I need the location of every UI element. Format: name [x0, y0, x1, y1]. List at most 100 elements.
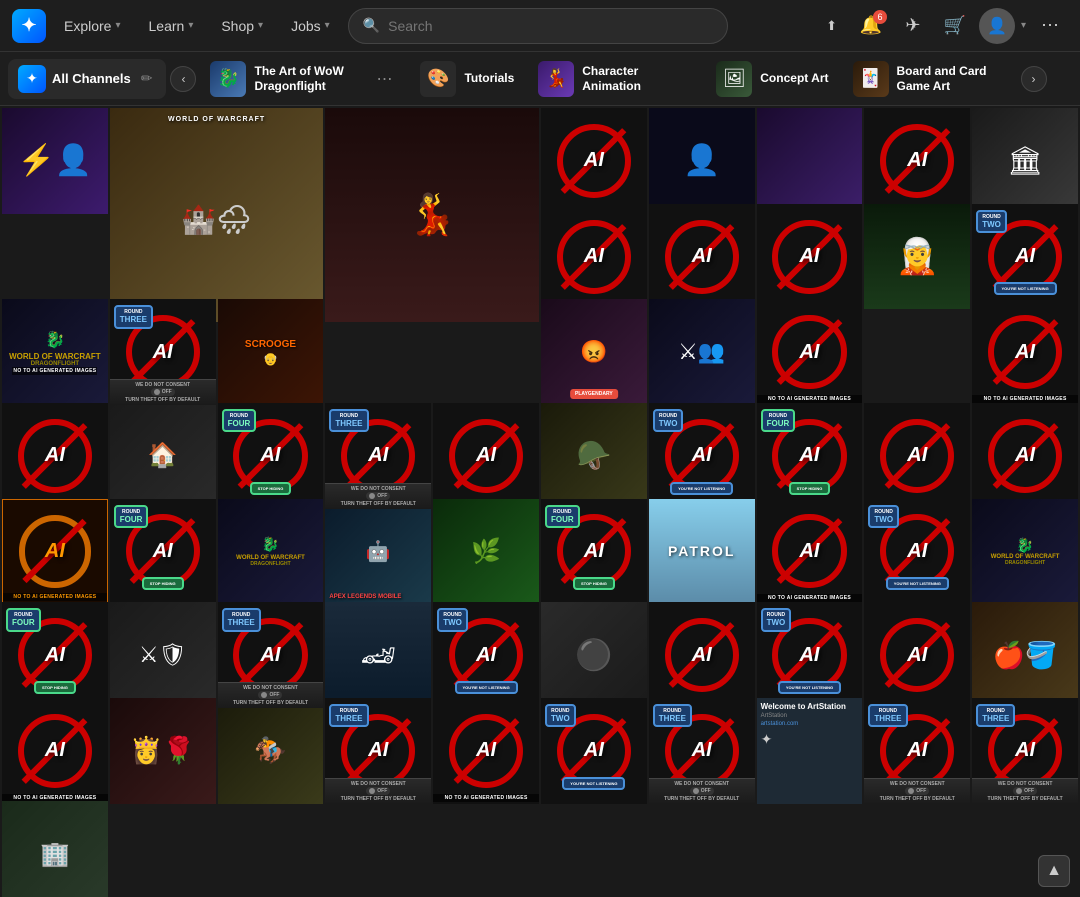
sub-badge-four-4: STOP HIDING [541, 572, 647, 590]
channel-item-wow-dragonflight[interactable]: 🐉 The Art of WoW Dragonflight ⋯ [200, 55, 406, 103]
consent-badge-2: WE DO NOT CONSENT OFF TURN THEFT OFF BY … [325, 483, 431, 509]
messages-btn[interactable]: ✈ [895, 8, 931, 44]
grid-cell-dark-char[interactable]: 👤 [649, 108, 755, 214]
grid-cell-arch[interactable]: 🏛 [972, 108, 1078, 214]
round-badge-two-3: ROUND TWO [868, 505, 899, 529]
grid-cell-car[interactable]: 🏎 [325, 602, 431, 708]
wow-subtitle-3: DRAGONFLIGHT [1005, 560, 1045, 566]
grid-cell-wow-3[interactable]: 🐉 WORLD OF WARCRAFT DRAGONFLIGHT [972, 499, 1078, 605]
grid-cell-redchar[interactable]: 💃 [325, 108, 539, 322]
no-ai-label-orange: NO TO AI GENERATED IMAGES [3, 593, 107, 601]
grid-cell-1[interactable]: ⚡👤 [2, 108, 108, 214]
grid-cell-aino-5[interactable]: AI NO TO AI GENERATED IMAGES [757, 204, 863, 310]
grid-cell-rain[interactable]: WORLD OF WARCRAFT 🏰🌧 [110, 108, 324, 322]
grid-cell-round-two-3[interactable]: ROUND TWO AI YOU'RE NOT LISTENING [864, 499, 970, 605]
grid-cell-round-four-2[interactable]: ROUND FOUR AI STOP HIDING [757, 403, 863, 509]
grid-cell-round-three-6[interactable]: ROUND THREE AI WE DO NOT CONSENT OFF TUR… [864, 698, 970, 804]
channel-item-board-art[interactable]: 🃏 Board and Card Game Art [843, 55, 1017, 103]
grid-cell-horse[interactable]: 🏇 [218, 698, 324, 804]
channel-item-char-anim[interactable]: 💃 Character Animation [528, 55, 702, 103]
grid-cell-round-three-2[interactable]: ROUND THREE AI WE DO NOT CONSENT OFF TUR… [325, 403, 431, 509]
grid-cell-round-two-1[interactable]: ROUND TWO AI YOU'RE NOT LISTENING [972, 204, 1078, 310]
more-btn[interactable]: ⋯ [1032, 8, 1068, 44]
grid-cell-aino-1[interactable]: AI NO TO AI GENERATED IMAGES [541, 108, 647, 214]
grid-cell-aino-14[interactable]: AI NO TO AI GENERATED IMAGES [864, 602, 970, 708]
channel-prev-btn[interactable]: ‹ [170, 66, 196, 92]
consent-badge-6: WE DO NOT CONSENT OFF TURN THEFT OFF BY … [864, 778, 970, 804]
channel-item-tutorials[interactable]: 🎨 Tutorials [410, 55, 524, 103]
grid-cell-plants[interactable]: 🌿 [433, 499, 539, 605]
grid-cell-green-char[interactable]: 🧝 [864, 204, 970, 310]
grid-cell-building-2[interactable]: 🏢 [2, 801, 108, 897]
grid-cell-round-three-3[interactable]: ROUND THREE AI WE DO NOT CONSENT OFF TUR… [218, 602, 324, 708]
shop-nav-btn[interactable]: Shop ▾ [211, 12, 273, 40]
grid-cell-apex[interactable]: 🤖 APEX LEGENDS MOBILE [325, 499, 431, 605]
grid-cell-wow[interactable]: 🐉 WORLD OF WARCRAFT DRAGONFLIGHT NO TO A… [2, 299, 108, 405]
grid-cell-round-two-2[interactable]: ROUND TWO AI YOU'RE NOT LISTENING [649, 403, 755, 509]
grid-cell-smite[interactable] [757, 108, 863, 214]
grid-cell-aino-16[interactable]: AI NO TO AI GENERATED IMAGES [433, 698, 539, 804]
grid-cell-patrol[interactable]: PATROL [649, 499, 755, 605]
grid-cell-aino-6[interactable]: AI NO TO AI GENERATED IMAGES [757, 299, 863, 405]
no-ai-label-6: NO TO AI GENERATED IMAGES [757, 395, 863, 403]
grid-cell-round-three-7[interactable]: ROUND THREE AI WE DO NOT CONSENT OFF TUR… [972, 698, 1078, 804]
search-input[interactable] [388, 18, 713, 34]
explore-nav-btn[interactable]: Explore ▾ [54, 12, 131, 40]
grid-cell-wow-2[interactable]: 🐉 WORLD OF WARCRAFT DRAGONFLIGHT [218, 499, 324, 605]
upload-btn[interactable]: ⬆ [816, 8, 847, 44]
grid-cell-round-four-3[interactable]: ROUND FOUR AI STOP HIDING [110, 499, 216, 605]
cart-btn[interactable]: 🛒 [937, 8, 973, 44]
sub-badge-two-5: YOU'RE NOT LISTENING [757, 676, 863, 694]
grid-cell-sphere[interactable]: ⚫ [541, 602, 647, 708]
grid-cell-round-two-5[interactable]: ROUND TWO AI YOU'RE NOT LISTENING [757, 602, 863, 708]
grid-cell-portrait[interactable]: 👸🌹 [110, 698, 216, 804]
grid-cell-round-four-1[interactable]: ROUND FOUR AI STOP HIDING [218, 403, 324, 509]
channel-next-btn[interactable]: › [1021, 66, 1047, 92]
grid-cell-aino-13[interactable]: AI NO TO AI GENERATED IMAGES [649, 602, 755, 708]
edit-channels-btn[interactable]: ✏ [137, 68, 157, 89]
no-ai-label-12: NO TO AI GENERATED IMAGES [757, 594, 863, 602]
grid-cell-aino-2[interactable]: AI NO TO AI GENERATED IMAGES [864, 108, 970, 214]
grid-cell-aino-3[interactable]: AI NO TO AI GENERATED IMAGES [541, 204, 647, 310]
round-badge-four-3: ROUND FOUR [114, 505, 149, 529]
channel-thumb-wow: 🐉 [210, 61, 246, 97]
grid-cell-aino-9[interactable]: AI NO TO AI GENERATED IMAGES [433, 403, 539, 509]
jobs-nav-btn[interactable]: Jobs ▾ [281, 12, 340, 40]
top-nav: ✦ Explore ▾ Learn ▾ Shop ▾ Jobs ▾ 🔍 ⬆ 🔔 … [0, 0, 1080, 52]
grid-cell-aino-7[interactable]: AI NO TO AI GENERATED IMAGES [972, 299, 1078, 405]
grid-cell-aino-10[interactable]: AI NO TO AI GENERATED IMAGES [864, 403, 970, 509]
grid-cell-round-four-5[interactable]: ROUND FOUR AI STOP HIDING [2, 602, 108, 708]
grid-cell-round-two-6[interactable]: ROUND TWO AI YOU'RE NOT LISTENING [541, 698, 647, 804]
grid-cell-swords[interactable]: ⚔🛡 [110, 602, 216, 708]
grid-cell-building[interactable]: 🏠 [110, 403, 216, 509]
grid-cell-aino-8[interactable]: AI NO TO AI GENERATED IMAGES [2, 403, 108, 509]
scroll-to-top-btn[interactable]: ▲ [1038, 855, 1070, 887]
avatar-btn[interactable]: 👤 [979, 8, 1015, 44]
grid-cell-artstation[interactable]: Welcome to ArtStation ArtStation artstat… [757, 698, 863, 804]
grid-cell-barrel[interactable]: 🍎🪣 [972, 602, 1078, 708]
rain-title: WORLD OF WARCRAFT [110, 116, 324, 123]
grid-cell-round-three-5[interactable]: ROUND THREE AI WE DO NOT CONSENT OFF TUR… [649, 698, 755, 804]
channel-more-wow[interactable]: ⋯ [372, 67, 396, 91]
grid-cell-aino-11[interactable]: AI NO TO AI GENERATED IMAGES [972, 403, 1078, 509]
sub-badge-two-6: YOU'RE NOT LISTENING [541, 772, 647, 790]
artstation-title: Welcome to ArtStation [761, 702, 846, 711]
grid-cell-round-three-1[interactable]: ROUND THREE AI WE DO NOT CONSENT OFF TUR… [110, 299, 216, 405]
grid-cell-aino-12[interactable]: AI NO TO AI GENERATED IMAGES [757, 499, 863, 605]
grid-cell-soldier[interactable]: 🪖 [541, 403, 647, 509]
grid-cell-aino-4[interactable]: AI NO TO AI GENERATED IMAGES [649, 204, 755, 310]
grid-cell-aino-15[interactable]: AI NO TO AI GENERATED IMAGES [2, 698, 108, 804]
grid-cell-playgendary[interactable]: 😡 PLAYGENDARY [541, 299, 647, 405]
grid-cell-scrooge[interactable]: SCROOGE 👴 [218, 299, 324, 405]
grid-cell-warriors[interactable]: ⚔👥 [649, 299, 755, 405]
notifications-btn[interactable]: 🔔 6 [853, 8, 889, 44]
grid-cell-round-two-4[interactable]: ROUND TWO AI YOU'RE NOT LISTENING [433, 602, 539, 708]
channel-item-concept-art[interactable]: 🖼 Concept Art [706, 55, 838, 103]
consent-badge-7: WE DO NOT CONSENT OFF TURN THEFT OFF BY … [972, 778, 1078, 804]
all-channels-btn[interactable]: ✦ All Channels ✏ [8, 59, 166, 99]
grid-cell-round-three-4[interactable]: ROUND THREE AI WE DO NOT CONSENT OFF TUR… [325, 698, 431, 804]
learn-nav-btn[interactable]: Learn ▾ [139, 12, 204, 40]
grid-cell-round-four-4[interactable]: ROUND FOUR AI STOP HIDING [541, 499, 647, 605]
grid-cell-aino-orange[interactable]: AI NO TO AI GENERATED IMAGES [2, 499, 108, 605]
logo[interactable]: ✦ [12, 9, 46, 43]
